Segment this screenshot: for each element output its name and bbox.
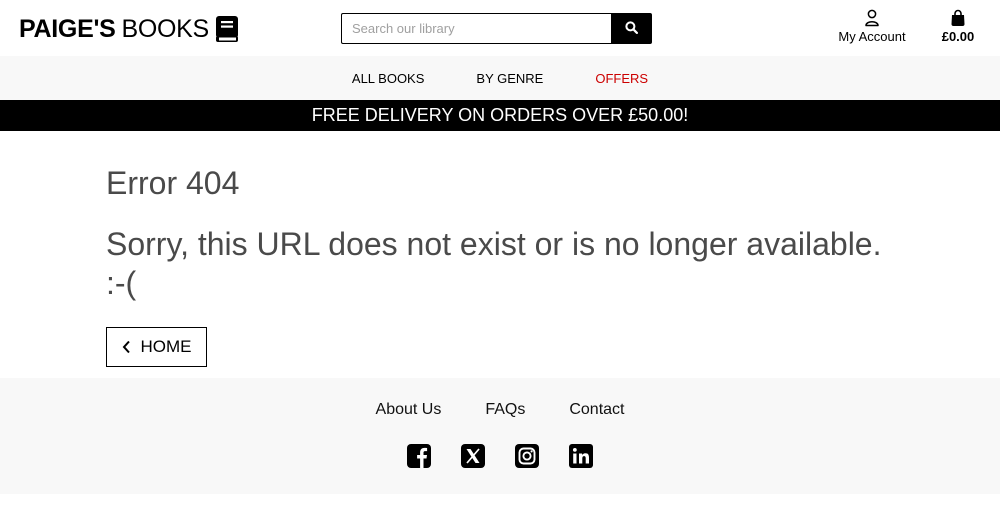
site-logo[interactable]: PAIGE'S BOOKS bbox=[19, 13, 239, 45]
footer-contact[interactable]: Contact bbox=[569, 401, 624, 419]
chevron-left-icon bbox=[122, 340, 131, 354]
footer-faqs[interactable]: FAQs bbox=[485, 401, 525, 419]
my-account-label: My Account bbox=[838, 29, 906, 44]
nav-all-books[interactable]: ALL BOOKS bbox=[352, 71, 425, 86]
my-account-link[interactable]: My Account bbox=[832, 9, 912, 44]
home-button-label: HOME bbox=[140, 337, 192, 356]
logo-text-strong: PAIGE'S bbox=[19, 14, 116, 43]
user-icon bbox=[832, 9, 912, 28]
social-links bbox=[0, 444, 1000, 468]
delivery-banner: FREE DELIVERY ON ORDERS OVER £50.00! bbox=[0, 100, 1000, 131]
instagram-icon[interactable] bbox=[515, 444, 539, 468]
main-nav: ALL BOOKS BY GENRE OFFERS bbox=[0, 56, 1000, 100]
basket-total: £0.00 bbox=[941, 29, 975, 44]
search-form bbox=[341, 13, 652, 44]
search-button[interactable] bbox=[611, 13, 652, 44]
error-title: Error 404 bbox=[106, 165, 240, 201]
x-twitter-icon[interactable] bbox=[461, 444, 485, 468]
site-footer: About Us FAQs Contact bbox=[0, 378, 1000, 494]
basket-link[interactable]: £0.00 bbox=[936, 9, 980, 44]
site-header: PAIGE'S BOOKS Search our library My Acco… bbox=[0, 0, 1000, 56]
footer-links: About Us FAQs Contact bbox=[0, 401, 1000, 419]
nav-by-genre[interactable]: BY GENRE bbox=[476, 71, 543, 86]
nav-offers[interactable]: OFFERS bbox=[595, 71, 648, 86]
book-icon bbox=[215, 15, 239, 43]
delivery-banner-text: FREE DELIVERY ON ORDERS OVER £50.00! bbox=[311, 105, 689, 125]
linkedin-icon[interactable] bbox=[569, 444, 593, 468]
home-button[interactable]: HOME bbox=[106, 327, 207, 367]
error-message: Sorry, this URL does not exist or is no … bbox=[106, 226, 882, 301]
shopping-bag-icon bbox=[936, 9, 980, 28]
footer-about-us[interactable]: About Us bbox=[376, 401, 442, 419]
logo-text-light: BOOKS bbox=[121, 14, 209, 43]
facebook-icon[interactable] bbox=[407, 444, 431, 468]
search-input[interactable] bbox=[341, 13, 611, 44]
search-icon bbox=[625, 20, 639, 37]
